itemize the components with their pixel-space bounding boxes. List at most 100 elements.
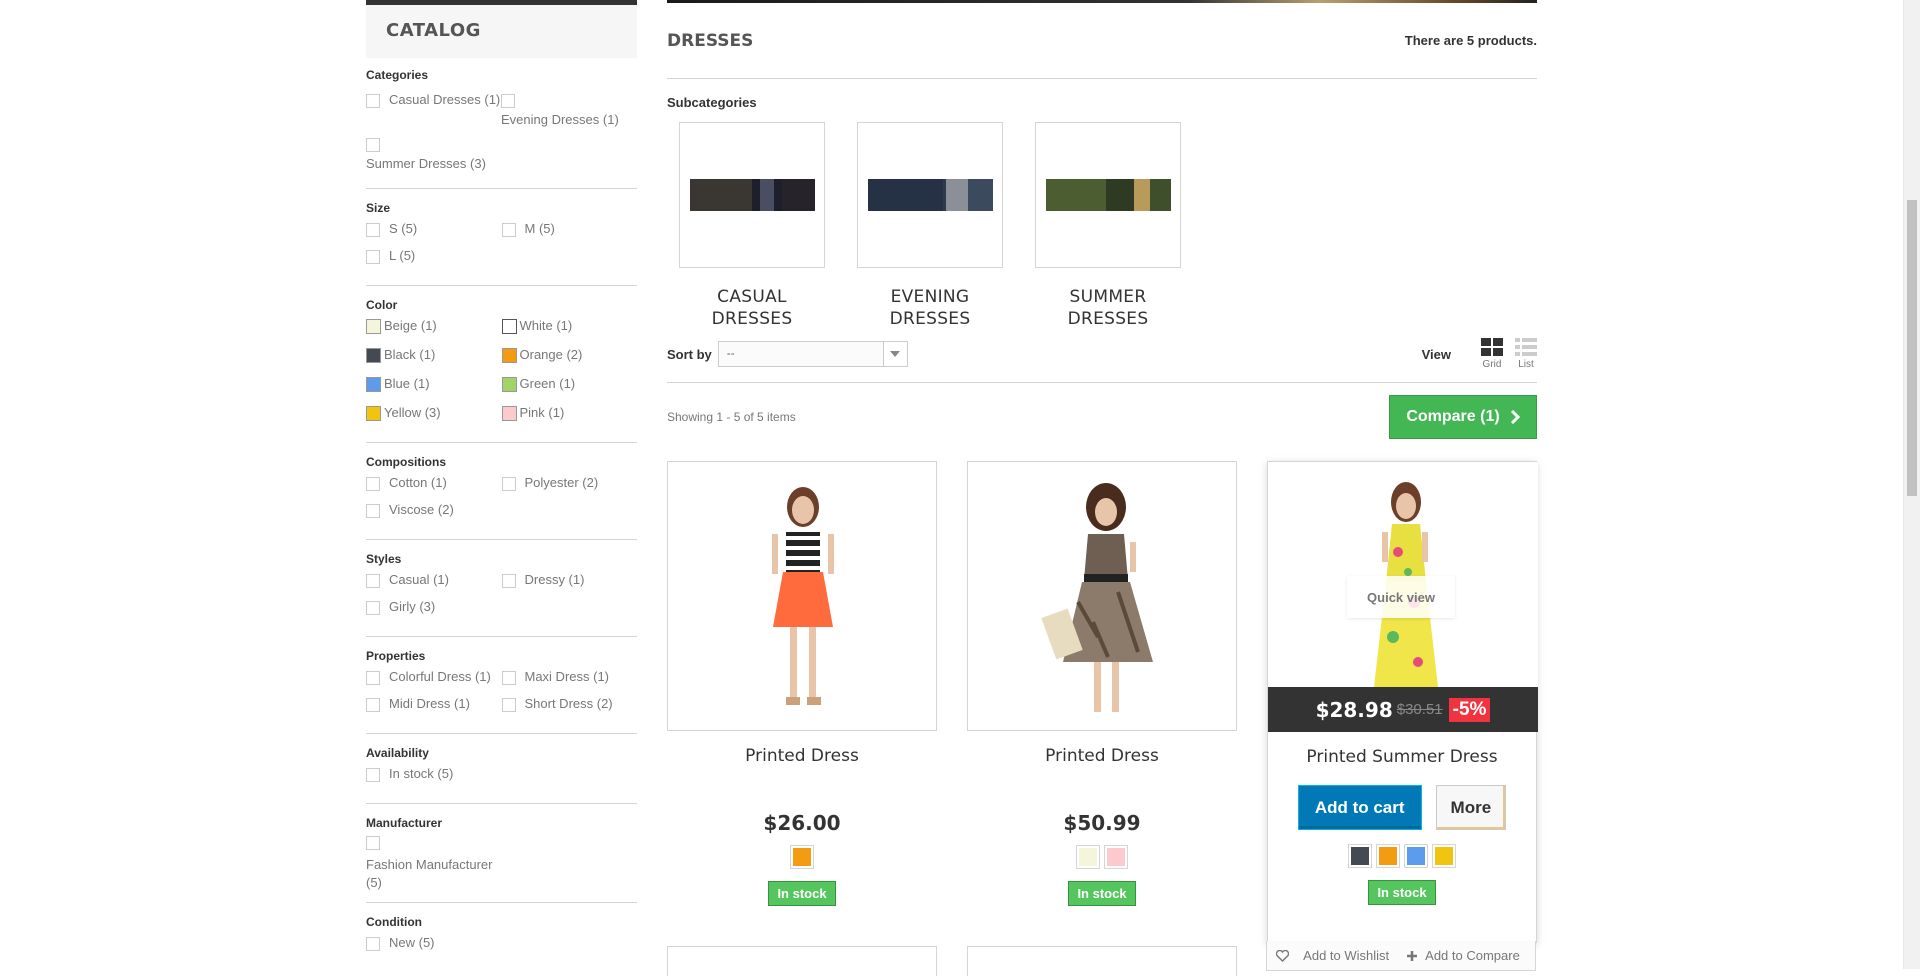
subcategory-image[interactable] — [679, 122, 825, 268]
color-option[interactable]: Black (1) — [366, 347, 502, 374]
color-swatch[interactable] — [1376, 844, 1400, 868]
color-swatch[interactable] — [1348, 844, 1372, 868]
subcategory-name[interactable]: SUMMER DRESSES — [1035, 286, 1181, 330]
filter-option[interactable]: Fashion Manufacturer (5) — [366, 836, 637, 892]
filter-option[interactable]: Dressy (1) — [501, 572, 638, 599]
color-swatch[interactable] — [1404, 844, 1428, 868]
product-image[interactable]: Quick view $28.98 $30.51 -5% — [1268, 462, 1538, 732]
checkbox[interactable] — [501, 94, 515, 108]
checkbox[interactable] — [366, 574, 380, 588]
add-to-wishlist-link[interactable]: Add to Wishlist — [1276, 948, 1395, 963]
checkbox[interactable] — [366, 937, 380, 951]
add-to-compare-link[interactable]: Add to Compare — [1407, 948, 1526, 963]
sort-select[interactable]: -- — [717, 341, 908, 367]
color-option[interactable]: Green (1) — [501, 376, 638, 403]
subcategory-evening[interactable]: EVENING DRESSES — [857, 122, 1003, 330]
product-name[interactable]: Printed Dress — [667, 746, 937, 766]
checkbox[interactable] — [501, 223, 516, 237]
filter-option[interactable]: Viscose (2) — [366, 502, 502, 529]
view-toggle: View Grid List — [1422, 338, 1537, 370]
filter-option[interactable]: Casual Dresses (1) — [366, 92, 500, 108]
filter-option[interactable]: Maxi Dress (1) — [501, 669, 638, 696]
product-card[interactable] — [967, 946, 1237, 976]
product-image[interactable] — [667, 461, 937, 731]
filter-option[interactable]: Cotton (1) — [366, 475, 502, 502]
checkbox[interactable] — [366, 601, 380, 615]
filter-option[interactable]: Girly (3) — [366, 599, 502, 626]
more-button[interactable]: More — [1435, 785, 1507, 830]
filter-option[interactable]: Colorful Dress (1) — [366, 669, 502, 696]
results-bar: Showing 1 - 5 of 5 items Compare (1) — [667, 395, 1537, 439]
checkbox[interactable] — [366, 477, 380, 491]
color-swatch[interactable] — [790, 845, 814, 869]
checkbox[interactable] — [501, 671, 516, 685]
product-price: $50.99 — [1063, 811, 1141, 835]
color-swatch[interactable] — [501, 406, 517, 421]
color-option[interactable]: Beige (1) — [366, 318, 502, 345]
scroll-thumb[interactable] — [1907, 200, 1917, 496]
color-swatch[interactable] — [501, 377, 517, 392]
color-option[interactable]: Pink (1) — [501, 405, 638, 432]
checkbox[interactable] — [366, 250, 380, 264]
product-card: Printed Dress $26.00 In stock — [667, 461, 937, 943]
filter-condition: Condition New (5) — [366, 903, 637, 972]
filter-option[interactable] — [501, 92, 524, 108]
filter-option[interactable]: S (5) — [366, 221, 502, 248]
checkbox[interactable] — [366, 223, 380, 237]
filter-option[interactable]: L (5) — [366, 248, 502, 275]
checkbox[interactable] — [366, 836, 380, 850]
filter-option[interactable]: M (5) — [501, 221, 638, 248]
checkbox[interactable] — [501, 698, 516, 712]
subcategory-image[interactable] — [857, 122, 1003, 268]
color-swatch[interactable] — [501, 319, 517, 334]
subcategory-casual[interactable]: CASUAL DRESSES — [679, 122, 825, 330]
color-option[interactable]: White (1) — [501, 318, 638, 345]
color-swatch[interactable] — [366, 348, 381, 363]
filter-option[interactable]: Casual (1) — [366, 572, 502, 599]
product-name[interactable]: Printed Dress — [967, 746, 1237, 766]
category-heading: DRESSES There are 5 products. — [667, 3, 1537, 79]
product-name[interactable]: Printed Summer Dress — [1268, 747, 1536, 767]
add-to-cart-button[interactable]: Add to cart — [1297, 785, 1422, 830]
filter-option[interactable]: Polyester (2) — [501, 475, 638, 502]
subcategory-image[interactable] — [1035, 122, 1181, 268]
checkbox[interactable] — [366, 768, 380, 782]
filter-option[interactable]: Midi Dress (1) — [366, 696, 502, 723]
filter-color: Color Beige (1) White (1) Black (1) Oran… — [366, 286, 637, 443]
filter-option[interactable] — [366, 136, 389, 152]
color-option[interactable]: Orange (2) — [501, 347, 638, 374]
quick-view-button[interactable]: Quick view — [1347, 576, 1455, 618]
list-view-button[interactable]: List — [1515, 338, 1537, 370]
filter-option[interactable]: Short Dress (2) — [501, 696, 638, 723]
product-image[interactable] — [967, 461, 1237, 731]
color-swatch[interactable] — [1104, 845, 1128, 869]
filter-option[interactable]: In stock (5) — [366, 766, 502, 793]
subcategory-name[interactable]: CASUAL DRESSES — [679, 286, 825, 330]
product-card[interactable] — [667, 946, 937, 976]
color-swatch[interactable] — [366, 319, 381, 334]
color-swatch[interactable] — [366, 377, 381, 392]
category-name: DRESSES — [667, 30, 754, 51]
checkbox[interactable] — [366, 94, 380, 108]
stock-badge: In stock — [1368, 880, 1436, 905]
compare-button[interactable]: Compare (1) — [1389, 395, 1537, 439]
color-swatch[interactable] — [366, 406, 381, 421]
color-option[interactable]: Blue (1) — [366, 376, 502, 403]
color-option[interactable]: Yellow (3) — [366, 405, 502, 432]
filter-option[interactable]: New (5) — [366, 935, 502, 962]
grid-icon — [1481, 338, 1503, 356]
grid-view-button[interactable]: Grid — [1481, 338, 1503, 370]
checkbox[interactable] — [366, 138, 380, 152]
subcategory-name[interactable]: EVENING DRESSES — [857, 286, 1003, 330]
checkbox[interactable] — [366, 504, 380, 518]
checkbox[interactable] — [366, 698, 380, 712]
color-swatch[interactable] — [501, 348, 517, 363]
subcategory-summer[interactable]: SUMMER DRESSES — [1035, 122, 1181, 330]
chevron-down-icon[interactable] — [882, 342, 907, 366]
checkbox[interactable] — [501, 574, 516, 588]
checkbox[interactable] — [366, 671, 380, 685]
color-swatch[interactable] — [1432, 844, 1456, 868]
checkbox[interactable] — [501, 477, 516, 491]
scrollbar[interactable] — [1903, 0, 1920, 969]
color-swatch[interactable] — [1076, 845, 1100, 869]
